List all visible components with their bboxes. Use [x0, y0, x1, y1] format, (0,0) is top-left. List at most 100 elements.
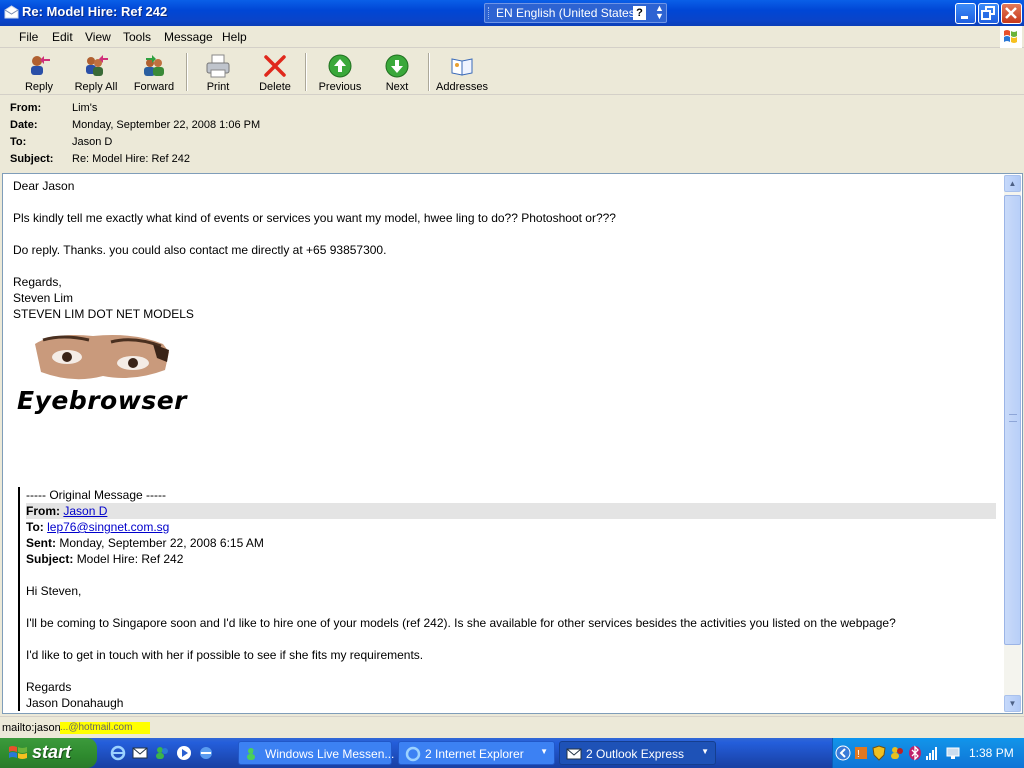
taskbar: start Windows Live Messen... 2 Internet … [0, 738, 1024, 768]
logo-text: Eyebrowser [17, 386, 187, 415]
lang-options-icon[interactable]: ▲ ▼ [655, 4, 664, 21]
forward-button[interactable]: Forward [131, 51, 177, 93]
eyebrowser-logo: Eyebrowser [13, 328, 213, 424]
internet-explorer-icon[interactable] [110, 745, 126, 761]
delete-button[interactable]: Delete [255, 51, 295, 93]
status-text: mailto:jason [2, 722, 61, 734]
network-icon[interactable] [945, 745, 961, 761]
restore-icon [981, 6, 995, 20]
title-bar: Re: Model Hire: Ref 242 EN English (Unit… [0, 0, 1024, 26]
print-button[interactable]: Print [200, 51, 236, 93]
ie-quicklaunch-icon[interactable] [198, 745, 214, 761]
closing: Regards, [13, 275, 62, 289]
menu-help[interactable]: Help [222, 30, 247, 44]
messenger-tray-icon[interactable] [889, 745, 905, 761]
bluetooth-icon[interactable] [907, 745, 923, 761]
message-text: Dear Jason Pls kindly tell me exactly wh… [13, 178, 1003, 424]
scroll-up-button[interactable]: ▲ [1004, 175, 1021, 192]
body-paragraph: Pls kindly tell me exactly what kind of … [13, 211, 616, 225]
scroll-thumb[interactable] [1004, 195, 1021, 645]
language-bar[interactable]: EN English (United States) ? ▲ ▼ [484, 3, 667, 23]
menu-edit[interactable]: Edit [52, 30, 73, 44]
tray-expand-icon[interactable] [835, 745, 851, 761]
status-highlight: ...@hotmail.com [60, 722, 150, 734]
toolbar: Reply Reply All Forward Print Delete Pre… [0, 49, 1024, 95]
task-windows-live-messenger[interactable]: Windows Live Messen... [238, 741, 394, 765]
messenger-icon [247, 748, 259, 760]
down-arrow-icon [385, 54, 409, 78]
original-message-separator: ----- Original Message ----- [26, 488, 167, 502]
windows-logo-icon [9, 746, 27, 759]
clock[interactable]: 1:38 PM [969, 746, 1014, 760]
quoted-paragraph: I'd like to get in touch with her if pos… [26, 648, 424, 662]
message-header: From: Lim's Date: Monday, September 22, … [0, 96, 1024, 172]
from-value: Lim's [72, 102, 98, 114]
menu-message[interactable]: Message [164, 30, 213, 44]
svg-text:!: ! [857, 749, 860, 760]
quoted-subject: Subject: Model Hire: Ref 242 [26, 552, 184, 566]
shield-icon[interactable] [871, 745, 887, 761]
message-body[interactable]: Dear Jason Pls kindly tell me exactly wh… [2, 173, 1023, 714]
scroll-down-button[interactable]: ▼ [1004, 695, 1021, 712]
help-icon[interactable]: ? [633, 6, 646, 20]
close-button[interactable] [1001, 3, 1022, 24]
printer-icon [206, 54, 230, 78]
sender-name: Steven Lim [13, 291, 74, 305]
up-arrow-icon [328, 54, 352, 78]
signal-strength-icon[interactable] [925, 745, 941, 761]
system-tray: ! 1:38 PM [832, 738, 1024, 768]
menu-tools[interactable]: Tools [123, 30, 151, 44]
lang-bar-grip[interactable] [488, 7, 491, 19]
quoted-sent: Sent: Monday, September 22, 2008 6:15 AM [26, 536, 264, 550]
previous-button[interactable]: Previous [317, 51, 363, 93]
status-bar: mailto:jason ...@hotmail.com [0, 716, 1024, 738]
outlook-envelope-icon [4, 5, 19, 19]
to-value: Jason D [72, 136, 113, 148]
close-icon [1005, 7, 1017, 19]
quoted-greeting: Hi Steven, [26, 584, 82, 598]
start-button[interactable]: start [0, 738, 97, 768]
toolbar-separator [305, 53, 307, 91]
address-book-icon [451, 58, 473, 76]
language-indicator[interactable]: EN English (United States) [496, 6, 639, 20]
quoted-to-link[interactable]: lep76@singnet.com.sg [47, 520, 169, 534]
menu-file[interactable]: File [19, 30, 38, 44]
task-internet-explorer[interactable]: 2 Internet Explorer ▼ [398, 741, 555, 765]
windows-flag-icon [1000, 26, 1022, 48]
date-value: Monday, September 22, 2008 1:06 PM [72, 119, 261, 131]
window-title: Re: Model Hire: Ref 242 [22, 4, 168, 19]
quoted-signature: Jason Donahaugh [26, 696, 124, 710]
next-button[interactable]: Next [379, 51, 415, 93]
reply-button[interactable]: Reply [18, 51, 60, 93]
quoted-from-link[interactable]: Jason D [63, 504, 107, 518]
outlook-quicklaunch-icon[interactable] [132, 745, 148, 761]
quoted-from: From: Jason D [26, 503, 996, 519]
eyes-image [35, 335, 169, 380]
vertical-scrollbar[interactable]: ▲ ▼ [1004, 175, 1021, 712]
task-outlook-express[interactable]: 2 Outlook Express ▼ [559, 741, 716, 765]
delete-x-icon [264, 55, 286, 77]
outlook-express-icon [566, 748, 582, 760]
menu-view[interactable]: View [85, 30, 111, 44]
chevron-down-icon: ▼ [701, 747, 709, 756]
subject-value: Re: Model Hire: Ref 242 [72, 153, 190, 165]
reply-icon [31, 56, 50, 75]
quoted-paragraph: I'll be coming to Singapore soon and I'd… [26, 616, 896, 630]
minimize-icon [961, 16, 968, 19]
toolbar-separator [428, 53, 430, 91]
company-name: STEVEN LIM DOT NET MODELS [13, 307, 194, 321]
quoted-message: ----- Original Message ----- From: Jason… [18, 487, 996, 711]
media-player-icon[interactable] [176, 745, 192, 761]
chevron-down-icon: ▼ [540, 747, 548, 756]
reply-all-icon [86, 55, 108, 76]
greeting: Dear Jason [13, 179, 75, 193]
addresses-button[interactable]: Addresses [436, 51, 488, 93]
toolbar-separator [186, 53, 188, 91]
quoted-to: To: lep76@singnet.com.sg [26, 520, 170, 534]
security-alert-icon[interactable]: ! [853, 745, 869, 761]
messenger-quicklaunch-icon[interactable] [154, 745, 170, 761]
maximize-button[interactable] [978, 3, 999, 24]
forward-icon [144, 55, 164, 76]
reply-all-button[interactable]: Reply All [72, 51, 120, 93]
minimize-button[interactable] [955, 3, 976, 24]
